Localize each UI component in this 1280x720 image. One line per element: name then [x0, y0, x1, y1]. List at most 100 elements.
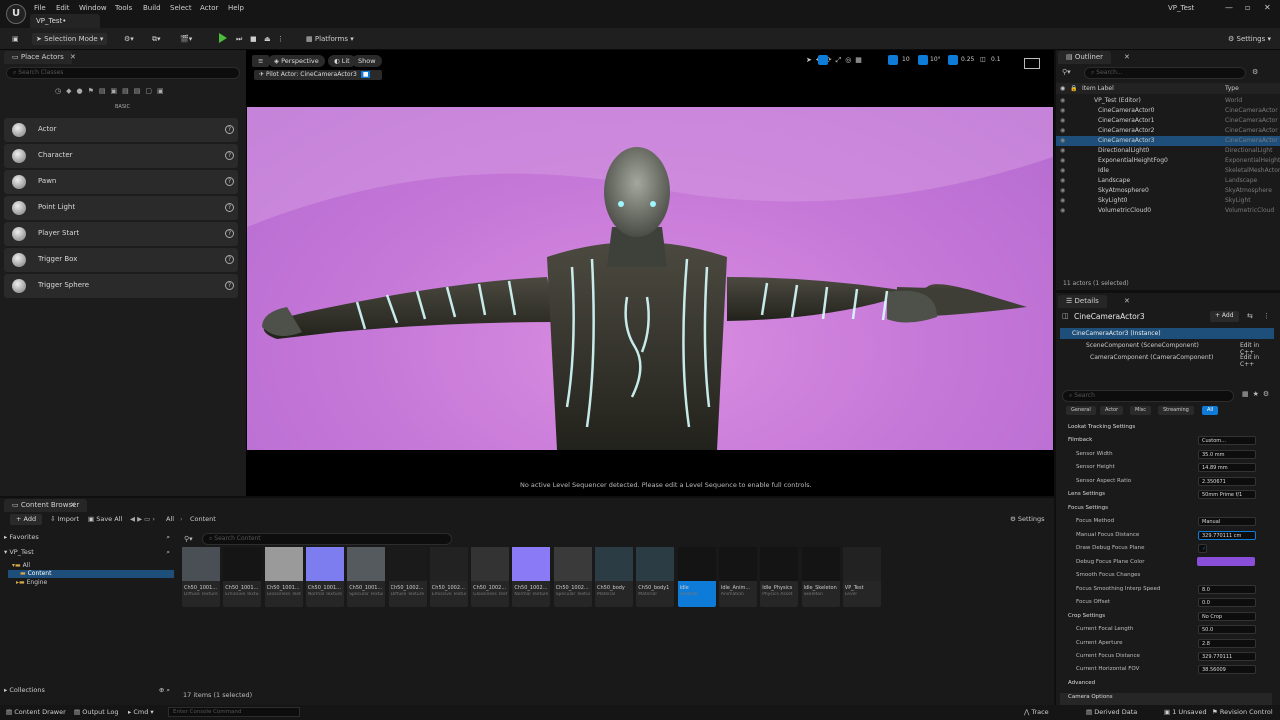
outliner-row[interactable]: ◉ VolumetricCloud0 VolumetricCloud	[1056, 206, 1280, 216]
pilot-actor-bar[interactable]: ✈ Pilot Actor: CineCameraActor3 ■	[254, 70, 382, 80]
visibility-icon[interactable]: ◉	[1060, 107, 1065, 114]
play-icon[interactable]	[219, 33, 227, 43]
details-row-value[interactable]: 2.350671	[1198, 477, 1256, 486]
details-row[interactable]: Lookat Tracking Settings	[1060, 423, 1272, 435]
content-search-input[interactable]: ⌕ Search Content	[202, 533, 452, 545]
visibility-icon[interactable]: ◉	[1060, 197, 1065, 204]
details-row-value[interactable]: 50mm Prime f/1	[1198, 490, 1256, 499]
asset-tile[interactable]: Ch50_1001... Emissive Texture	[223, 547, 262, 607]
level-tab[interactable]: VP_Test•	[30, 14, 100, 28]
menu-help[interactable]: Help	[228, 4, 244, 12]
details-row-value[interactable]: 329.770111	[1198, 652, 1256, 661]
rotation-snap-value[interactable]: 10°	[930, 56, 941, 63]
search-icon[interactable]: ⌕	[166, 548, 170, 557]
details-row-value[interactable]: 35.0 mm	[1198, 450, 1256, 459]
asset-tile[interactable]: Ch50_1001...Glossiness Texture	[264, 547, 303, 607]
asset-tile[interactable]: Ch50_1002... Emissive Texture	[429, 547, 468, 607]
help-icon[interactable]: ?	[225, 255, 234, 264]
details-row-value[interactable]: 329.770111 cm	[1198, 531, 1256, 540]
details-row[interactable]: Camera Options	[1060, 693, 1272, 705]
close-tab-icon[interactable]: ✕	[70, 53, 76, 61]
layout-icon[interactable]	[1024, 58, 1040, 69]
menu-build[interactable]: Build	[143, 4, 161, 12]
details-row-value[interactable]: 0.0	[1198, 598, 1256, 607]
perspective-button[interactable]: ◈ Perspective	[268, 55, 325, 67]
details-row[interactable]: Draw Debug Focus Plane ✓	[1060, 544, 1272, 556]
visibility-icon[interactable]: ◉	[1060, 127, 1065, 134]
outliner-row[interactable]: ◉ ExponentialHeightFog0 ExponentialHeightF…	[1056, 156, 1280, 166]
details-row[interactable]: Current Focus Distance 329.770111	[1060, 652, 1272, 664]
filter-actor[interactable]: Actor	[1100, 406, 1124, 415]
tree-all[interactable]: ▾▬ All	[12, 562, 30, 569]
details-row[interactable]: Current Horizontal FOV 38.56009	[1060, 665, 1272, 677]
outliner-search-input[interactable]: ⌕ Search...	[1084, 67, 1246, 79]
visibility-icon[interactable]: ◉	[1060, 167, 1065, 174]
details-row-value[interactable]: Manual	[1198, 517, 1256, 526]
asset-tile[interactable]: VP_Test Level	[842, 547, 881, 607]
transform-tools[interactable]: ➤✥⟳⤢◎▦	[806, 56, 866, 65]
content-settings-button[interactable]: ⚙ Settings	[1010, 515, 1045, 523]
visibility-icon[interactable]: ◉	[1060, 177, 1065, 184]
asset-tile[interactable]: Ch50_body Material	[595, 547, 633, 607]
actor-item-trigger-sphere[interactable]: Trigger Sphere?	[4, 274, 238, 298]
asset-tile[interactable]: Ch50_1002... Normal Texture	[512, 547, 551, 607]
filter-icon[interactable]: ⚲▾	[184, 535, 193, 543]
close-tab-icon[interactable]: ✕	[1124, 297, 1130, 305]
search-classes-input[interactable]: ⌕ Search Classes	[6, 67, 240, 79]
scale-snap-icon[interactable]	[948, 55, 958, 65]
details-row-value[interactable]: Custom...	[1198, 436, 1256, 445]
cinematics-icon[interactable]: 🎬▾	[176, 33, 196, 45]
maximize-icon[interactable]: ▫	[1245, 3, 1250, 12]
details-row-value[interactable]: 50.0	[1198, 625, 1256, 634]
column-type[interactable]: Type	[1225, 85, 1239, 92]
details-row-value[interactable]: 14.89 mm	[1198, 463, 1256, 472]
scene-component-row[interactable]: SceneComponent (SceneComponent) Edit in C…	[1068, 341, 1274, 356]
outliner-row[interactable]: ◉ Landscape Landscape	[1056, 176, 1280, 186]
outliner-row[interactable]: ◉ DirectionalLight0 DirectionalLight	[1056, 146, 1280, 156]
filter-icon[interactable]: ⚲▾	[1062, 68, 1071, 76]
asset-tile[interactable]: Ch50_1001... Normal Texture	[305, 547, 344, 607]
close-tab-icon[interactable]: ✕	[1124, 53, 1130, 61]
details-row-value[interactable]: No Crop	[1198, 612, 1256, 621]
project-section[interactable]: ▾ VP_Test ⌕	[4, 548, 174, 559]
trace-button[interactable]: ⋀ Trace	[1024, 708, 1049, 716]
details-row[interactable]: Crop Settings No Crop	[1060, 612, 1272, 624]
asset-tile[interactable]: Idle_Skeleton Skeleton	[801, 547, 840, 607]
search-icon[interactable]: ⌕	[166, 533, 170, 542]
asset-tile[interactable]: Ch50_1001... Specular Texture	[347, 547, 386, 607]
add-component-button[interactable]: + Add	[1210, 311, 1239, 322]
filter-all[interactable]: All	[1202, 406, 1219, 415]
details-row[interactable]: Focus Smoothing Interp Speed 8.0	[1060, 585, 1272, 597]
actor-item-actor[interactable]: Actor?	[4, 118, 238, 142]
place-actors-tab[interactable]: ▭ Place Actors	[4, 51, 72, 64]
details-row[interactable]: Focus Settings	[1060, 504, 1272, 516]
unreal-logo-icon[interactable]: U	[6, 4, 26, 24]
settings-button[interactable]: ⚙ Settings ▾	[1224, 33, 1275, 45]
visibility-icon[interactable]: ◉	[1060, 137, 1065, 144]
outliner-row[interactable]: ◉ CineCameraActor1 CineCameraActor	[1056, 116, 1280, 126]
outliner-row[interactable]: ◉ Idle SkeletalMeshActor	[1056, 166, 1280, 176]
collections-section[interactable]: ▸ Collections ⊕ ⌕	[4, 686, 174, 697]
actor-item-trigger-box[interactable]: Trigger Box?	[4, 248, 238, 272]
translate-icon[interactable]	[818, 55, 828, 65]
revision-control-button[interactable]: ⚑ Revision Control	[1212, 708, 1273, 716]
visibility-icon[interactable]: ◉	[1060, 157, 1065, 164]
output-log-button[interactable]: ▤ Output Log	[74, 708, 118, 716]
details-row-value[interactable]: ✓	[1198, 544, 1207, 553]
menu-tools[interactable]: Tools	[115, 4, 132, 12]
grid-snap-icon[interactable]	[888, 55, 898, 65]
breadcrumb-all[interactable]: All	[166, 515, 174, 523]
help-icon[interactable]: ?	[225, 151, 234, 160]
asset-tile[interactable]: Idle_Physics Physics Asset	[760, 547, 799, 607]
more-icon[interactable]: ⋮	[273, 33, 288, 45]
column-item-label[interactable]: Item Label	[1082, 85, 1114, 92]
save-icon[interactable]: ▣	[8, 33, 23, 45]
outliner-row[interactable]: ◉ CineCameraActor3 CineCameraActor	[1056, 136, 1280, 146]
blueprint-icon[interactable]: ⇆	[1247, 312, 1253, 320]
details-row[interactable]: Sensor Aspect Ratio 2.350671	[1060, 477, 1272, 489]
asset-tile[interactable]: Ch50_1002... Diffuse Texture	[388, 547, 427, 607]
instance-row[interactable]: CineCameraActor3 (Instance)	[1060, 328, 1274, 339]
details-row[interactable]: Current Aperture 2.8	[1060, 639, 1272, 651]
console-input[interactable]: Enter Console Command	[168, 707, 300, 717]
grid-size-value[interactable]: 10	[902, 56, 910, 63]
